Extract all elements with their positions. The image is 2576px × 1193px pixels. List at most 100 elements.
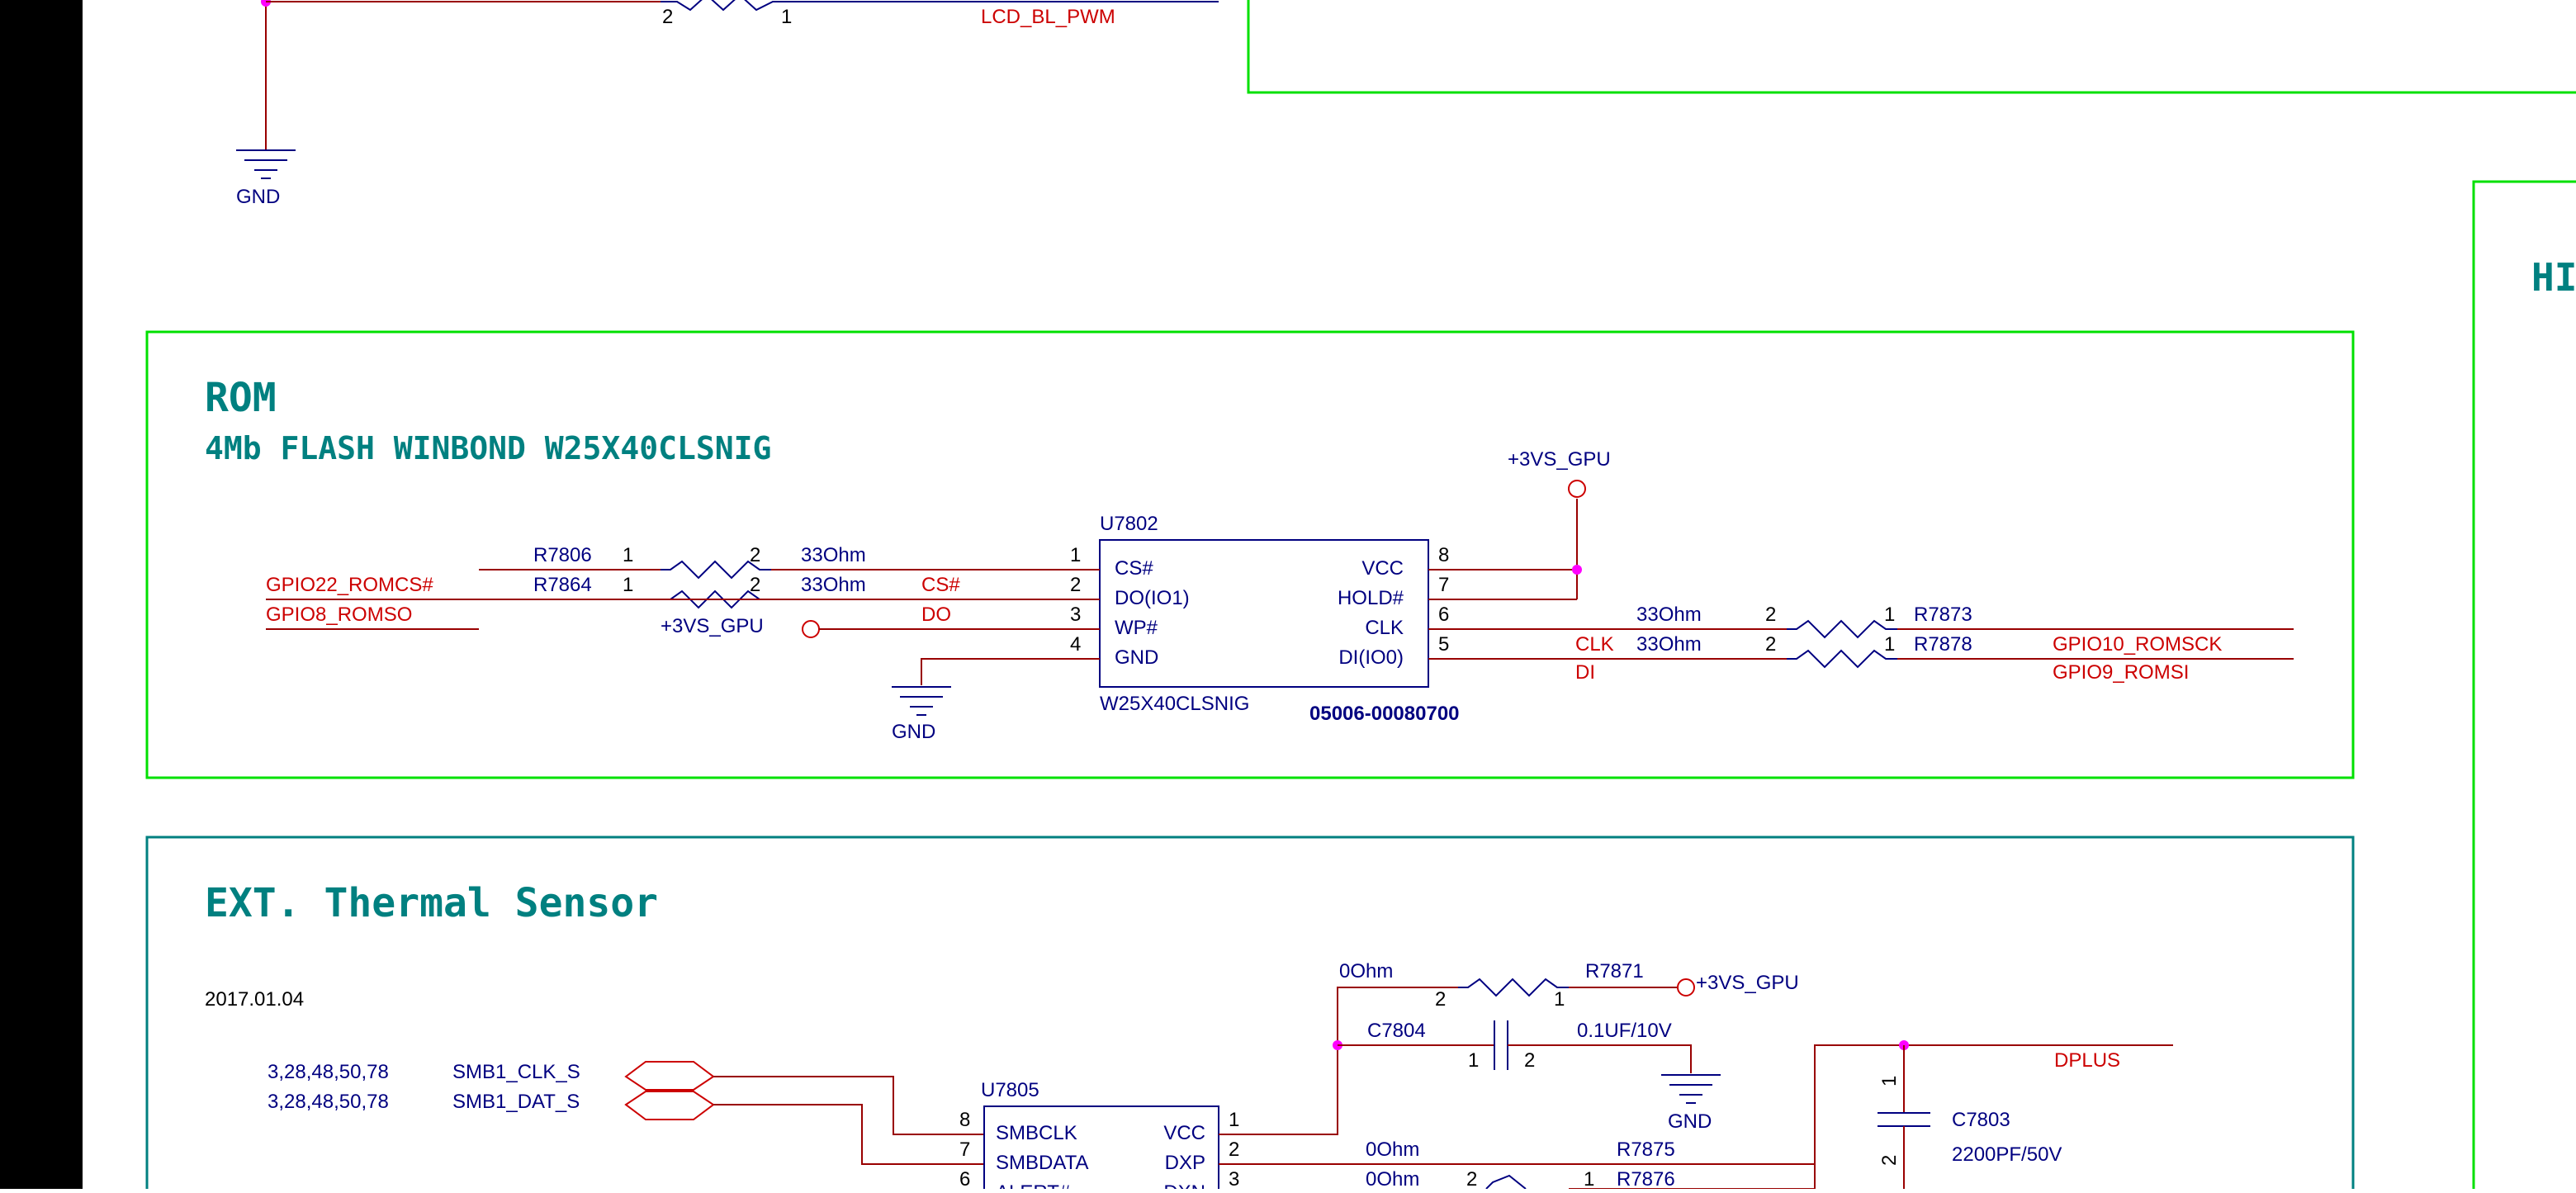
res-pin: 2 — [1435, 988, 1446, 1011]
pin-number: 3 — [1070, 604, 1081, 626]
net-do: DO — [921, 604, 951, 626]
pin-number: 5 — [1438, 633, 1449, 656]
net-di: DI — [1575, 661, 1595, 684]
res-pin: 2 — [1765, 633, 1776, 656]
ic-ref: U7802 — [1100, 513, 1158, 535]
res-pin: 1 — [1884, 604, 1895, 626]
pin-name: SMBDATA — [996, 1152, 1088, 1174]
pin-number: 2 — [1229, 1139, 1239, 1161]
wire-vcc — [1428, 499, 1578, 570]
pin-name: SMBCLK — [996, 1122, 1077, 1144]
pin-name: DXP — [1165, 1152, 1205, 1174]
net-smb-clk: SMB1_CLK_S — [452, 1061, 580, 1083]
left-margin — [0, 0, 83, 1189]
pin-number: 7 — [1438, 574, 1449, 596]
net-gpio9: GPIO9_ROMSI — [2053, 661, 2189, 684]
res-pin: 2 — [1466, 1168, 1477, 1189]
ground-symbol — [1661, 1074, 1721, 1104]
cap-value: 2200PF/50V — [1952, 1143, 2062, 1166]
pin-number: 3 — [1229, 1168, 1239, 1189]
port-smb-clk — [624, 1061, 715, 1091]
pin-name: VCC — [1163, 1122, 1205, 1144]
right-panel: HI — [2472, 180, 2576, 1189]
resistor-r7873 — [1787, 619, 1897, 639]
pin-number: 1 — [1070, 544, 1081, 566]
res-pin: 1 — [1584, 1168, 1594, 1189]
cap-pin: 2 — [1878, 1155, 1901, 1166]
port-smb-dat — [624, 1091, 715, 1120]
cap-pin: 1 — [1468, 1049, 1479, 1072]
wire-vcc — [1219, 987, 1458, 1135]
res-ref: R7806 — [533, 544, 592, 566]
pin-number: 2 — [1070, 574, 1081, 596]
res-pin: 1 — [623, 544, 633, 566]
net-smb-dat: SMB1_DAT_S — [452, 1091, 580, 1113]
res-pin: 1 — [1884, 633, 1895, 656]
power-port — [802, 620, 820, 638]
wire-gnd — [921, 658, 1100, 685]
top-res-pin1: 1 — [781, 6, 792, 28]
net-gpio22: GPIO22_ROMCS# — [266, 574, 433, 596]
power-port — [1677, 978, 1695, 997]
ic-part-number: 05006-00080700 — [1309, 703, 1460, 725]
gnd-label: GND — [1668, 1110, 1712, 1133]
cap-pin: 2 — [1524, 1049, 1535, 1072]
pin-name: CLK — [1365, 617, 1404, 639]
resistor-r7871 — [1458, 978, 1569, 997]
resistor-r7876 — [1485, 1174, 1527, 1190]
res-ref: R7871 — [1585, 960, 1644, 982]
cap-ref: C7804 — [1367, 1020, 1426, 1042]
pin-name: DXN — [1163, 1181, 1205, 1189]
net-gpio8: GPIO8_ROMSO — [266, 604, 412, 626]
pin-name: GND — [1115, 646, 1158, 669]
top-section: 2 1 LCD_BL_PWM GND — [236, 0, 2576, 208]
pin-number: 7 — [959, 1139, 970, 1161]
res-value: 33Ohm — [1636, 604, 1702, 626]
res-ref: R7878 — [1914, 633, 1972, 656]
power-label: +3VS_GPU — [1508, 448, 1611, 471]
top-res-pin2: 2 — [662, 6, 673, 28]
net-gpio10: GPIO10_ROMSCK — [2053, 633, 2222, 656]
rom-subtitle: 4Mb FLASH WINBOND W25X40CLSNIG — [205, 430, 771, 466]
ic-ref: U7805 — [981, 1079, 1039, 1101]
cap-ref: C7803 — [1952, 1109, 2010, 1131]
cap-pin: 1 — [1878, 1076, 1901, 1086]
rom-frame — [145, 330, 2355, 779]
pin-name: DI(IO0) — [1338, 646, 1404, 669]
gnd-label: GND — [892, 721, 935, 743]
pin-name: HOLD# — [1338, 587, 1404, 609]
net-clk: CLK — [1575, 633, 1614, 656]
res-value: 0Ohm — [1366, 1168, 1419, 1189]
junction-dot — [1572, 565, 1582, 575]
res-pin: 2 — [750, 544, 760, 566]
power-port — [1568, 480, 1586, 498]
ground-symbol — [892, 686, 951, 716]
thermal-section: EXT. Thermal Sensor 2017.01.04 3,28,48,5… — [145, 836, 2355, 1193]
gnd-label: GND — [236, 186, 280, 208]
ground-symbol — [236, 149, 296, 179]
ic-part: W25X40CLSNIG — [1100, 693, 1249, 715]
pin-number: 6 — [959, 1168, 970, 1189]
res-value: 0Ohm — [1366, 1139, 1419, 1161]
power-label: +3VS_GPU — [1696, 972, 1799, 994]
thermal-title: EXT. Thermal Sensor — [205, 880, 658, 926]
frame-right — [2472, 180, 2576, 1189]
res-ref: R7864 — [533, 574, 592, 596]
rom-title: ROM — [205, 375, 277, 421]
res-pin: 1 — [1554, 988, 1565, 1011]
right-panel-title: HI — [2531, 255, 2576, 300]
pin-name: VCC — [1361, 557, 1404, 580]
net-dplus: DPLUS — [2054, 1049, 2120, 1072]
pin-number: 1 — [1229, 1109, 1239, 1131]
top-resistor — [661, 0, 1219, 12]
res-value: 33Ohm — [1636, 633, 1702, 656]
pin-name: DO(IO1) — [1115, 587, 1190, 609]
schematic-svg: 2 1 LCD_BL_PWM GND HI ROM 4Mb FLASH WINB… — [0, 0, 2576, 1193]
date-label: 2017.01.04 — [205, 988, 304, 1011]
ic-u7805: U7805 SMBCLK SMBDATA ALERT# VCC DXP DXN … — [959, 1079, 1239, 1193]
page-refs: 3,28,48,50,78 — [268, 1061, 389, 1083]
pin-number: 8 — [959, 1109, 970, 1131]
frame-top-right — [1247, 0, 2576, 94]
resistor-r7878 — [1787, 649, 1897, 669]
res-ref: R7876 — [1617, 1168, 1675, 1189]
